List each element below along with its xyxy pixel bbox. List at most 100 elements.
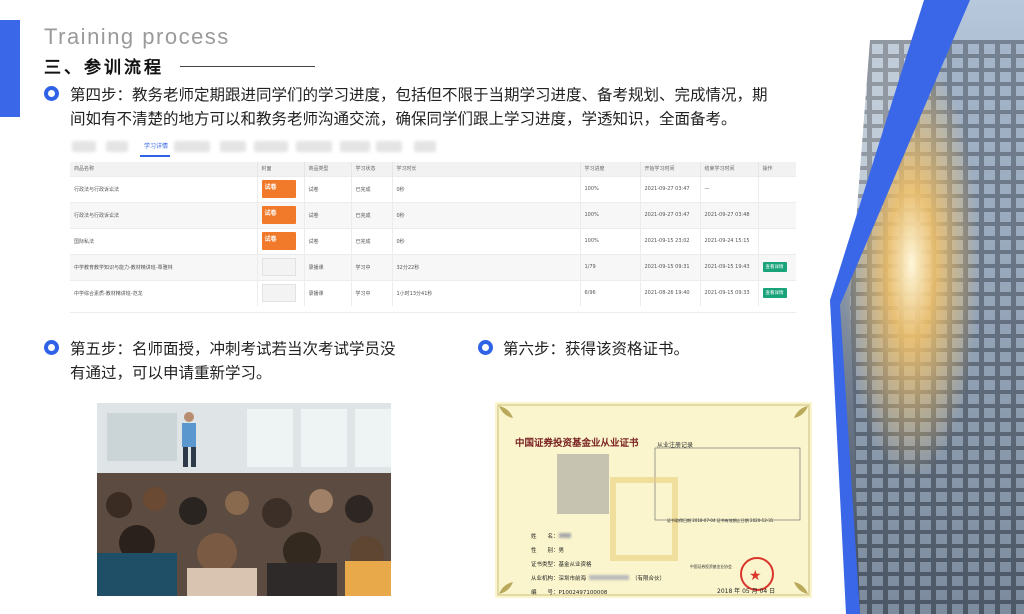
svg-text:★: ★ [749, 568, 762, 584]
cell-duration: 0秒 [392, 175, 581, 202]
blurred-tab [414, 141, 436, 152]
blurred-tab [106, 141, 128, 152]
cover-thumbnail: 试卷 [261, 180, 296, 198]
cell-duration: 0秒 [392, 201, 581, 228]
certificate-image: ★ 中国证券投资基金业从业证书 从业注册记录 证书取得日期 2018-07-04… [495, 402, 812, 598]
cell-start: 2021-09-27 03:47 [640, 201, 701, 228]
cell-progress: 6/96 [580, 279, 641, 306]
certificate-issuer: 中国证券投资基金业协会 [690, 564, 732, 569]
skyscraper-decoration-icon [830, 0, 1024, 614]
cell-cover: 试卷 [257, 175, 305, 202]
cell-cover [257, 253, 305, 280]
column-header: 封面 [257, 162, 305, 176]
cell-status: 学习中 [351, 279, 393, 306]
view-details-button[interactable]: 查看详情 [762, 288, 787, 299]
step4-paragraph: 第四步：教务老师定期跟进同学们的学习进度，包括但不限于当期学习进度、备考规划、完… [70, 83, 830, 131]
cell-name: 行政法与行政诉讼法 [70, 201, 258, 228]
column-header: 结束学习时间 [700, 162, 759, 176]
cell-progress: 100% [580, 227, 641, 254]
certificate-field: 性 别：男 [531, 548, 565, 554]
cell-cover [257, 279, 305, 306]
cell-progress: 100% [580, 201, 641, 228]
bullet-circle-icon [478, 340, 493, 355]
cell-duration: 1小时13分41秒 [392, 279, 581, 306]
table-row[interactable]: 行政法与行政诉讼法 试卷 试卷 已完成 0秒 100% 2021-09-27 0… [70, 201, 796, 228]
cell-name: 中学教育教学知识与能力-教材精讲班-覃雅林 [70, 253, 258, 280]
column-header: 学习时长 [392, 162, 581, 176]
cell-start: 2021-09-15 23:02 [640, 227, 701, 254]
tab-bar: 学习详情 [70, 136, 796, 158]
blurred-tab [220, 141, 246, 152]
step6-paragraph: 第六步：获得该资格证书。 [503, 340, 690, 358]
table-row[interactable]: 行政法与行政诉讼法 试卷 试卷 已完成 0秒 100% 2021-09-27 0… [70, 175, 796, 202]
step5-paragraph: 第五步：名师面授，冲刺考试若当次考试学员没 有通过，可以申请重新学习。 [70, 337, 450, 385]
cover-thumbnail [261, 258, 296, 276]
step4-line1: 第四步：教务老师定期跟进同学们的学习进度，包括但不限于当期学习进度、备考规划、完… [70, 86, 768, 104]
cell-type: 试卷 [304, 175, 352, 202]
tab-learning-details[interactable]: 学习详情 [144, 141, 168, 150]
cell-end: 2021-09-15 19:43 [700, 253, 759, 280]
step5-line1: 第五步：名师面授，冲刺考试若当次考试学员没 [70, 340, 396, 358]
column-header: 商品类型 [304, 162, 352, 176]
column-header: 开始学习时间 [640, 162, 701, 176]
cell-type: 录播课 [304, 279, 352, 306]
table-row[interactable]: 国际私法 试卷 试卷 已完成 0秒 100% 2021-09-15 23:02 … [70, 227, 796, 254]
certificate-field: 编 号：P1002497100008 [531, 590, 608, 596]
cell-status: 已完成 [351, 175, 393, 202]
blurred-tab [340, 141, 370, 152]
cell-cover: 试卷 [257, 201, 305, 228]
cell-name: 国际私法 [70, 227, 258, 254]
cell-start: 2021-08-26 19:40 [640, 279, 701, 306]
certificate-fields: 姓 名： 性 别：男 证书类型：基金从业资格 从业机构：深圳市前海 （有限合伙） … [531, 530, 665, 598]
table-footer [70, 312, 796, 328]
cell-progress: 100% [580, 175, 641, 202]
bullet-circle-icon [44, 86, 59, 101]
cell-type: 试卷 [304, 201, 352, 228]
certificate-field: 证书类型：基金从业资格 [531, 562, 592, 568]
section-title-english: Training process [44, 24, 230, 49]
certificate-title: 中国证券投资基金业从业证书 [515, 438, 639, 449]
certificate-date: 2018 年 05 月 04 日 [717, 588, 776, 595]
cell-cover: 试卷 [257, 227, 305, 254]
cell-status: 学习中 [351, 253, 393, 280]
view-details-button[interactable]: 查看详情 [762, 262, 787, 272]
cell-start: 2021-09-15 09:31 [640, 253, 701, 280]
cell-duration: 32分22秒 [392, 253, 581, 280]
learning-details-screenshot: 学习详情 商品名称 封面 商品类型 学习状态 学习时长 学习进度 开始学习时间 … [70, 136, 796, 328]
cell-end: 2021-09-15 09:33 [700, 279, 759, 306]
cell-end: 2021-09-24 15:15 [700, 227, 759, 254]
table-row[interactable]: 中学教育教学知识与能力-教材精讲班-覃雅林 录播课 学习中 32分22秒 1/7… [70, 253, 796, 280]
blurred-value [589, 575, 630, 580]
classroom-photo [97, 403, 391, 596]
cell-start: 2021-09-27 03:47 [640, 175, 701, 202]
cover-thumbnail: 试卷 [261, 206, 296, 224]
table-row[interactable]: 中学综合素质-教材精讲班-范龙 录播课 学习中 1小时13分41秒 6/96 2… [70, 279, 796, 306]
title-underline [180, 66, 315, 67]
cell-status: 已完成 [351, 201, 393, 228]
cell-name: 中学综合素质-教材精讲班-范龙 [70, 279, 258, 306]
classroom-scene-icon [97, 403, 391, 596]
cell-name: 行政法与行政诉讼法 [70, 175, 258, 202]
cell-end: 2021-09-27 03:48 [700, 201, 759, 228]
step5-line2: 有通过，可以申请重新学习。 [70, 364, 272, 382]
certificate-field: 从业机构：深圳市前海 （有限合伙） [531, 575, 666, 582]
bullet-circle-icon [44, 340, 59, 355]
blurred-tab [72, 141, 96, 152]
blurred-tab [376, 141, 402, 152]
cover-thumbnail [261, 284, 296, 303]
table-header-row: 商品名称 封面 商品类型 学习状态 学习时长 学习进度 开始学习时间 结束学习时… [70, 162, 796, 176]
cell-status: 已完成 [351, 227, 393, 254]
certificate-field: 姓 名： [531, 530, 665, 544]
active-tab-underline [140, 155, 170, 157]
section-title-chinese: 三、参训流程 [44, 58, 164, 78]
blurred-tab [296, 141, 332, 152]
accent-bar [0, 20, 20, 117]
blurred-tab [174, 141, 210, 152]
cell-end: — [700, 175, 759, 202]
blurred-value [558, 533, 571, 538]
cell-progress: 1/79 [580, 253, 641, 280]
step4-line2: 间如有不清楚的地方可以和教务老师沟通交流，确保同学们跟上学习进度，学透知识，全面… [70, 110, 737, 128]
cover-thumbnail: 试卷 [261, 232, 296, 250]
column-header: 学习进度 [580, 162, 641, 176]
certificate-registration-line: 证书取得日期 2018-07-04 证书有效期止日期 2020-12-31 [667, 518, 774, 523]
